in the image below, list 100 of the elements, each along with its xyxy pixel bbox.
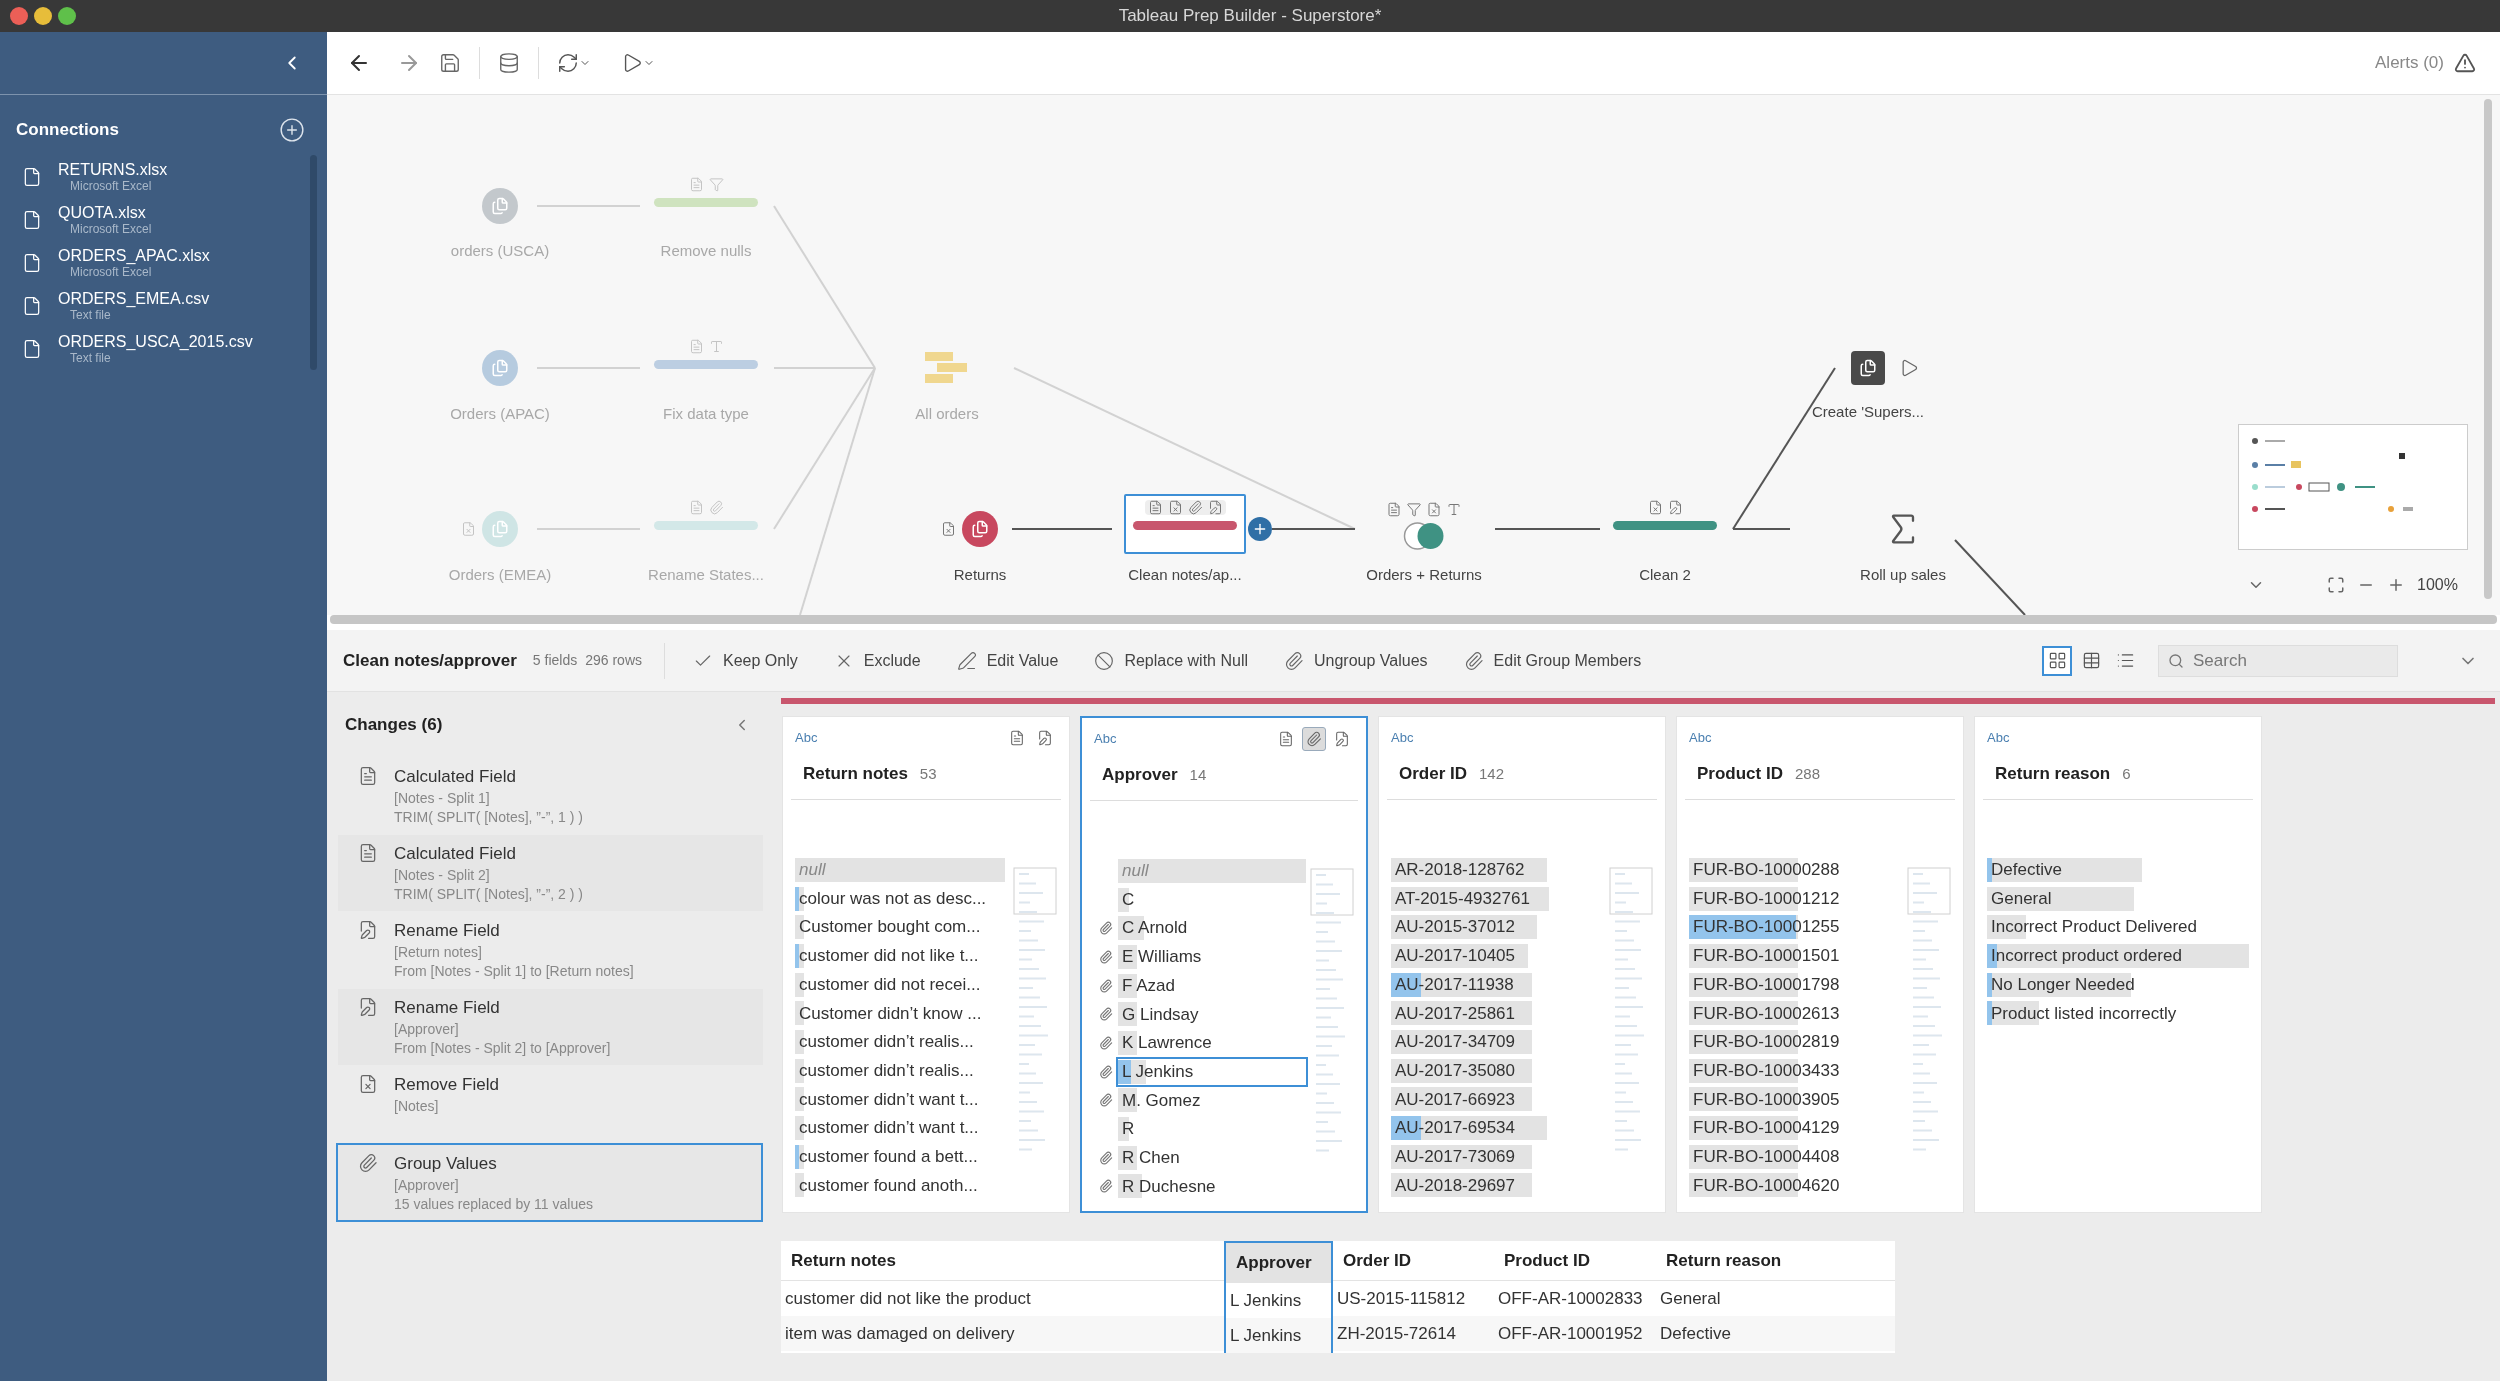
value-item[interactable]: AU-2017-34709	[1391, 1028, 1605, 1055]
value-item[interactable]: FUR-BO-10003433	[1689, 1057, 1903, 1084]
connection-item[interactable]: RETURNS.xlsx Microsoft Excel	[22, 155, 302, 198]
scrollbar[interactable]	[330, 615, 2497, 624]
value-item[interactable]: No Longer Needed	[1987, 971, 2249, 998]
value-item[interactable]: F Azad	[1118, 972, 1306, 999]
change-item[interactable]: Rename Field [Approver] From [Notes - Split 2] to [Approver]	[338, 988, 763, 1065]
value-item[interactable]: customer found anoth...	[795, 1172, 1009, 1199]
value-item[interactable]: AR-2018-128762	[1391, 856, 1605, 883]
fit-icon[interactable]	[2327, 576, 2345, 594]
connection-item[interactable]: ORDERS_APAC.xlsx Microsoft Excel	[22, 241, 302, 284]
value-item[interactable]: FUR-BO-10001798	[1689, 971, 1903, 998]
close-window-button[interactable]	[10, 7, 28, 25]
value-item[interactable]: AU-2017-73069	[1391, 1143, 1605, 1170]
value-item[interactable]: FUR-BO-10001501	[1689, 942, 1903, 969]
zoom-in-icon[interactable]	[2387, 576, 2405, 594]
value-item[interactable]: C Arnold	[1118, 915, 1306, 942]
value-item[interactable]: FUR-BO-10004620	[1689, 1172, 1903, 1199]
column-header[interactable]: Order ID	[1333, 1241, 1494, 1281]
connection-item[interactable]: ORDERS_USCA_2015.csv Text file	[22, 327, 302, 370]
action-button[interactable]: Keep Only	[675, 640, 816, 681]
column-header[interactable]: Return notes	[781, 1241, 1224, 1281]
action-button[interactable]: Edit Value	[938, 640, 1077, 681]
connection-item[interactable]: ORDERS_EMEA.csv Text file	[22, 284, 302, 327]
action-button[interactable]: Replace with Null	[1076, 640, 1266, 681]
value-item[interactable]: FUR-BO-10004408	[1689, 1143, 1903, 1170]
value-item[interactable]: AU-2017-25861	[1391, 1000, 1605, 1027]
view-toggle[interactable]	[2042, 645, 2072, 676]
column-header[interactable]: Approver	[1226, 1243, 1331, 1283]
value-item[interactable]: customer did not like t...	[795, 942, 1009, 969]
search-field[interactable]: Search	[2158, 644, 2398, 677]
value-item[interactable]: FUR-BO-10003905	[1689, 1086, 1903, 1113]
value-item[interactable]: R Chen	[1118, 1144, 1306, 1171]
value-item[interactable]: colour was not as desc...	[795, 885, 1009, 912]
value-item[interactable]: customer didn’t want t...	[795, 1115, 1009, 1142]
value-item[interactable]: Incorrect Product Delivered	[1987, 914, 2249, 941]
data-icon[interactable]	[498, 52, 520, 74]
column-header[interactable]: Product ID	[1494, 1241, 1656, 1281]
minimize-window-button[interactable]	[34, 7, 52, 25]
value-item[interactable]: FUR-BO-10000288	[1689, 856, 1903, 883]
value-item[interactable]: AU-2015-37012	[1391, 914, 1605, 941]
value-item[interactable]: Customer bought com...	[795, 914, 1009, 941]
value-item[interactable]: L Jenkins	[1118, 1058, 1306, 1085]
value-item[interactable]: customer didn’t realis...	[795, 1028, 1009, 1055]
change-item[interactable]: Remove Field [Notes]	[338, 1065, 763, 1142]
value-item[interactable]: K Lawrence	[1118, 1029, 1306, 1056]
input-node[interactable]	[482, 511, 518, 547]
field-card[interactable]: Abc Return reason 6 Defective General Incorrect Product Delivered Incorrect product ordered No Longer Needed Product listed incorrectly	[1974, 716, 2262, 1213]
clean-step[interactable]	[1124, 494, 1246, 554]
value-item[interactable]: FUR-BO-10001212	[1689, 885, 1903, 912]
value-item[interactable]: FUR-BO-10002819	[1689, 1028, 1903, 1055]
connection-item[interactable]: QUOTA.xlsx Microsoft Excel	[22, 198, 302, 241]
change-item[interactable]: Calculated Field [Notes - Split 2] TRIM( SPLIT( [Notes], ”-”, 2 ) )	[338, 834, 763, 911]
change-item[interactable]: Rename Field [Return notes] From [Notes - Split 1] to [Return notes]	[338, 911, 763, 988]
value-item[interactable]: AT-2015-4932761	[1391, 885, 1605, 912]
input-node[interactable]	[482, 188, 518, 224]
value-item[interactable]: E Williams	[1118, 943, 1306, 970]
output-node[interactable]	[1851, 351, 1885, 385]
value-item[interactable]: AU-2017-69534	[1391, 1115, 1605, 1142]
change-item[interactable]: Calculated Field [Notes - Split 1] TRIM( SPLIT( [Notes], ”-”, 1 ) )	[338, 757, 763, 834]
value-item[interactable]: AU-2017-66923	[1391, 1086, 1605, 1113]
scrollbar[interactable]	[2484, 99, 2492, 599]
value-item[interactable]: Product listed incorrectly	[1987, 1000, 2249, 1027]
field-card[interactable]: Abc Order ID 142 AR-2018-128762 AT-2015-4932761 AU-2015-37012 AU-2017-10405 AU-2017-11938 AU-2017-25861 AU-2017-34709 AU-2017-35080 AU-2017-66923 AU-2017-69534 AU-2017-73069 AU-2018-29697	[1378, 716, 1666, 1213]
field-card[interactable]: Abc Approver 14 null C C Arnold E Williams F Azad G Lindsay K Lawrence L Jenkins M. Gomez R R Chen R Duchesne	[1080, 716, 1368, 1213]
value-item[interactable]: Customer didn’t know ...	[795, 1000, 1009, 1027]
value-item[interactable]: customer didn’t realis...	[795, 1057, 1009, 1084]
add-icon[interactable]	[279, 117, 305, 143]
maximize-window-button[interactable]	[58, 7, 76, 25]
change-item[interactable]: Group Values [Approver] 15 values replaced by 11 values	[336, 1142, 763, 1222]
paperclip-tool[interactable]	[1302, 727, 1326, 751]
value-item[interactable]: customer did not recei...	[795, 971, 1009, 998]
value-item[interactable]: AU-2017-11938	[1391, 971, 1605, 998]
save-icon[interactable]	[439, 52, 461, 74]
field-card[interactable]	[782, 716, 1070, 1213]
value-item[interactable]: General	[1987, 885, 2249, 912]
value-item[interactable]: C	[1118, 886, 1306, 913]
value-item[interactable]: Defective	[1987, 856, 2249, 883]
alerts-link[interactable]: Alerts (0)	[2375, 50, 2444, 76]
field-card[interactable]	[1676, 716, 1964, 1213]
value-item[interactable]: AU-2018-29697	[1391, 1172, 1605, 1199]
action-button[interactable]: Edit Group Members	[1445, 640, 1660, 681]
value-item[interactable]: AU-2017-35080	[1391, 1057, 1605, 1084]
value-item[interactable]: FUR-BO-10004129	[1689, 1115, 1903, 1142]
value-item[interactable]: customer didn’t want t...	[795, 1086, 1009, 1113]
input-node[interactable]	[482, 350, 518, 386]
refresh-icon[interactable]	[557, 52, 579, 74]
column-header[interactable]: Return reason	[1656, 1241, 1895, 1281]
input-node[interactable]	[962, 511, 998, 547]
value-item[interactable]: M. Gomez	[1118, 1087, 1306, 1114]
value-item[interactable]: Incorrect product ordered	[1987, 942, 2249, 969]
value-item[interactable]: FUR-BO-10002613	[1689, 1000, 1903, 1027]
value-item[interactable]: AU-2017-10405	[1391, 942, 1605, 969]
add-step-button[interactable]	[1248, 517, 1272, 541]
action-button[interactable]: Ungroup Values	[1266, 640, 1446, 681]
value-item[interactable]: customer found a bett...	[795, 1143, 1009, 1170]
value-item[interactable]: G Lindsay	[1118, 1001, 1306, 1028]
value-item[interactable]: R Duchesne	[1118, 1173, 1306, 1200]
action-button[interactable]: Exclude	[815, 640, 939, 681]
value-item[interactable]: R	[1118, 1116, 1306, 1143]
